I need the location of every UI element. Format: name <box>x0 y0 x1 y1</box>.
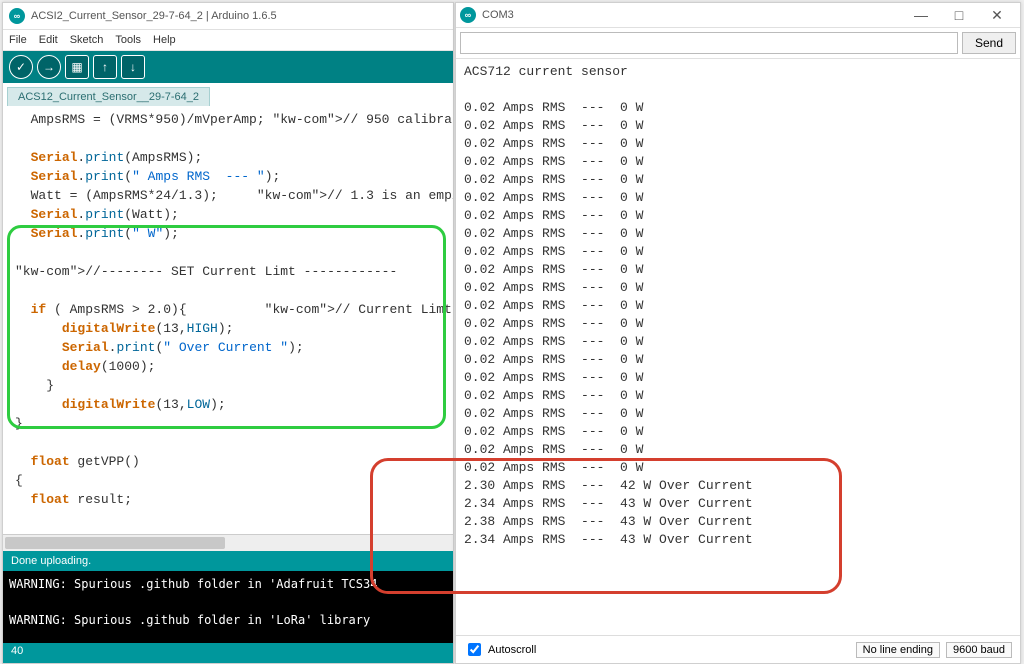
serial-footer: Autoscroll No line ending 9600 baud <box>456 635 1020 663</box>
menu-sketch[interactable]: Sketch <box>70 34 104 46</box>
serial-output[interactable]: ACS712 current sensor 0.02 Amps RMS --- … <box>456 59 1020 635</box>
serial-titlebar: ∞ COM3 — □ ✕ <box>456 3 1020 28</box>
upload-button[interactable]: → <box>37 55 61 79</box>
maximize-button[interactable]: □ <box>940 4 978 26</box>
new-sketch-button[interactable]: ▦ <box>65 55 89 79</box>
editor-horizontal-scrollbar[interactable] <box>3 534 453 551</box>
arduino-toolbar: ✓ → ▦ ↑ ↓ <box>3 51 453 83</box>
menu-file[interactable]: File <box>9 34 27 46</box>
serial-send-button[interactable]: Send <box>962 32 1016 54</box>
arduino-menubar: File Edit Sketch Tools Help <box>3 30 453 51</box>
serial-monitor-window: ∞ COM3 — □ ✕ Send ACS712 current sensor … <box>455 2 1021 664</box>
arduino-window-title: ACSI2_Current_Sensor_29-7-64_2 | Arduino… <box>31 10 277 22</box>
line-ending-select[interactable]: No line ending <box>856 642 940 658</box>
serial-input[interactable] <box>460 32 958 54</box>
arduino-logo-icon: ∞ <box>9 8 25 24</box>
close-button[interactable]: ✕ <box>978 4 1016 26</box>
status-bar: Done uploading. <box>3 551 453 571</box>
open-sketch-button[interactable]: ↑ <box>93 55 117 79</box>
serial-logo-icon: ∞ <box>460 7 476 23</box>
autoscroll-input[interactable] <box>468 643 481 656</box>
arduino-titlebar: ∞ ACSI2_Current_Sensor_29-7-64_2 | Ardui… <box>3 3 453 30</box>
build-console[interactable]: WARNING: Spurious .github folder in 'Ada… <box>3 571 453 643</box>
serial-input-row: Send <box>456 28 1020 59</box>
sketch-tab[interactable]: ACS12_Current_Sensor__29-7-64_2 <box>7 87 210 106</box>
verify-button[interactable]: ✓ <box>9 55 33 79</box>
baud-select[interactable]: 9600 baud <box>946 642 1012 658</box>
menu-edit[interactable]: Edit <box>39 34 58 46</box>
autoscroll-checkbox[interactable]: Autoscroll <box>464 640 536 659</box>
menu-tools[interactable]: Tools <box>115 34 141 46</box>
serial-window-title: COM3 <box>482 9 514 21</box>
minimize-button[interactable]: — <box>902 4 940 26</box>
autoscroll-label: Autoscroll <box>488 644 536 656</box>
window-controls: — □ ✕ <box>902 4 1016 26</box>
save-sketch-button[interactable]: ↓ <box>121 55 145 79</box>
arduino-ide-window: ∞ ACSI2_Current_Sensor_29-7-64_2 | Ardui… <box>2 2 454 664</box>
arduino-footer-line: 40 <box>3 643 453 663</box>
code-editor[interactable]: AmpsRMS = (VRMS*950)/mVperAmp; "kw-com">… <box>3 106 453 534</box>
menu-help[interactable]: Help <box>153 34 176 46</box>
